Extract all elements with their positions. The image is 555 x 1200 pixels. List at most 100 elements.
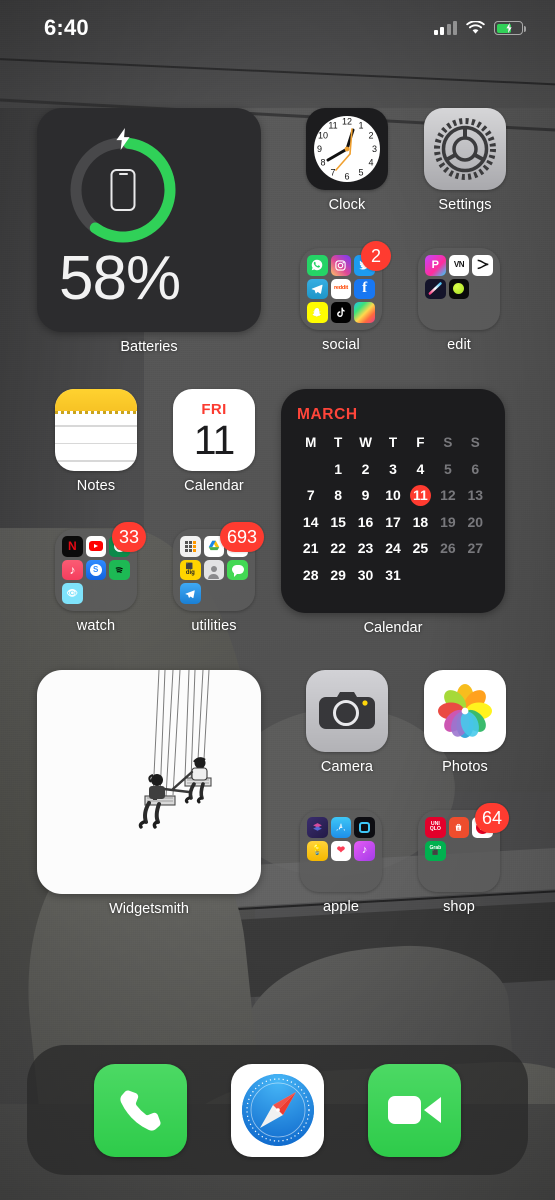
- calendar-icon-day: 11: [193, 416, 236, 463]
- widget-label-widgetsmith: Widgetsmith: [109, 901, 189, 917]
- calendar-day-30: 30: [357, 566, 374, 583]
- calendar-day-14: 14: [302, 513, 319, 530]
- mini-icon-uniqlo: UNI QLO: [425, 817, 446, 838]
- calendar-day-9: 9: [361, 487, 370, 503]
- folder-social[interactable]: 2 reddit f social: [282, 241, 400, 353]
- widgetsmith-widget-body[interactable]: [37, 670, 261, 894]
- folder-apple[interactable]: 💡 ❤ ♪ apple: [282, 810, 400, 915]
- mini-icon-whatsapp: [307, 255, 328, 276]
- home-row-2: 2 reddit f social P VN edit: [282, 241, 518, 353]
- safari-compass-icon[interactable]: [231, 1063, 324, 1157]
- home-row-4: 33 N ♪ S 👁 watch 693 ⬛ dig utilities: [37, 522, 273, 634]
- home-row-6: 💡 ❤ ♪ apple 64 UNI QLO S Grab ⬛ shop: [282, 803, 518, 915]
- calendar-date-icon[interactable]: FRI 11: [173, 389, 255, 471]
- iphone-icon: [110, 169, 136, 211]
- mini-icon-picsart: P: [425, 255, 446, 276]
- calendar-day-28: 28: [302, 566, 319, 583]
- mini-icon-capcut: [472, 255, 493, 276]
- calendar-day-6: 6: [471, 460, 480, 477]
- app-label-calendar: Calendar: [184, 478, 244, 494]
- svg-text:5: 5: [358, 168, 363, 178]
- mini-icon-facebook: f: [354, 278, 375, 300]
- app-label-photos: Photos: [442, 759, 488, 775]
- calendar-widget-body[interactable]: MARCH MTWTFSS 1 2 3 4 5 6 7 8 9 10 11 12 13 14 15 16 17 1…: [281, 389, 505, 613]
- mini-icon-shortcuts: [307, 817, 328, 838]
- mini-icon-spotify: [109, 559, 130, 581]
- camera-icon[interactable]: [306, 670, 388, 752]
- mini-icon-calculator: [180, 536, 201, 557]
- calendar-day-7: 7: [306, 487, 315, 503]
- mini-icon-youtube: [85, 536, 107, 557]
- calendar-dow-2: W: [359, 435, 372, 450]
- app-label-clock: Clock: [328, 197, 366, 213]
- svg-text:3: 3: [372, 144, 377, 154]
- calendar-day-1: 1: [334, 460, 343, 477]
- calendar-day-5: 5: [443, 460, 452, 477]
- folder-shop[interactable]: 64 UNIQLO S P Grab⬛: [400, 803, 518, 915]
- mini-icon-tips: 💡: [307, 840, 328, 862]
- calendar-dow-1: T: [334, 435, 343, 450]
- calendar-day-3: 3: [389, 460, 397, 477]
- calendar-day-23: 23: [357, 540, 374, 556]
- folder-edit[interactable]: P VN edit: [400, 248, 518, 353]
- mini-icon-clips: [354, 817, 375, 838]
- notepad-icon[interactable]: [55, 389, 137, 471]
- mini-icon-vn: VN: [448, 255, 470, 276]
- svg-text:10: 10: [318, 131, 328, 141]
- batteries-widget-body[interactable]: 58%: [37, 108, 261, 332]
- photos-pinwheel-icon[interactable]: [424, 670, 506, 752]
- mini-icon-lightroom: [425, 278, 446, 300]
- mini-icon-itunes-store: ♪: [354, 840, 375, 862]
- app-label-notes: Notes: [76, 478, 116, 494]
- calendar-day-4: 4: [416, 460, 425, 477]
- svg-text:S: S: [458, 827, 460, 831]
- folder-utilities[interactable]: 693 ⬛ dig utilities: [155, 522, 273, 634]
- mini-icon-shopee: S: [448, 817, 470, 838]
- calendar-day-2: 2: [361, 460, 370, 477]
- mini-icon-grab: Grab ⬛: [425, 840, 446, 862]
- widget-calendar[interactable]: MARCH MTWTFSS 1 2 3 4 5 6 7 8 9 10 11 12 13 14 15 16 17 1…: [281, 389, 505, 636]
- folder-label-shop: shop: [443, 899, 475, 915]
- widget-batteries[interactable]: 58% Batteries: [37, 108, 261, 355]
- svg-text:11: 11: [328, 121, 337, 131]
- mini-icon-contacts: [203, 559, 225, 581]
- svg-text:6: 6: [344, 172, 349, 182]
- mini-icon-messages: [227, 559, 248, 581]
- calendar-day-31: 31: [385, 566, 401, 583]
- calendar-day-19: 19: [440, 513, 456, 530]
- mini-icon-health: ❤: [330, 840, 352, 862]
- calendar-dow-5: S: [443, 435, 453, 450]
- video-camera-icon[interactable]: [368, 1063, 461, 1157]
- clock-face-icon[interactable]: 12 1 23 45 67 89 10 11: [306, 108, 388, 190]
- mini-icon-scanner: ⬛ dig: [180, 559, 201, 581]
- gear-icon[interactable]: [424, 108, 506, 190]
- folder-watch[interactable]: 33 N ♪ S 👁 watch: [37, 522, 155, 634]
- status-bar-indicators: [433, 21, 526, 35]
- dock: [27, 1045, 528, 1175]
- widget-label-batteries: Batteries: [120, 339, 178, 355]
- calendar-day-21: 21: [302, 540, 319, 556]
- cellular-bars-icon: [433, 21, 457, 35]
- svg-text:7: 7: [330, 168, 335, 178]
- folder-edit-grid[interactable]: P VN: [418, 248, 500, 330]
- battery-percent-text: 58%: [59, 244, 181, 313]
- app-label-settings: Settings: [438, 197, 492, 213]
- calendar-day-22: 22: [330, 540, 346, 556]
- widget-widgetsmith[interactable]: Widgetsmith: [37, 670, 261, 917]
- folder-apple-grid[interactable]: 💡 ❤ ♪: [300, 810, 382, 892]
- svg-text:1: 1: [358, 121, 363, 131]
- status-bar: 6:40: [0, 0, 555, 56]
- calendar-widget-month: MARCH: [297, 406, 358, 423]
- phone-handset-icon[interactable]: [94, 1063, 187, 1157]
- battery-ring: [63, 128, 183, 250]
- calendar-icon-weekday: FRI: [201, 400, 227, 418]
- calendar-day-8: 8: [334, 487, 343, 503]
- two-people-on-swings-line-art: [138, 670, 212, 829]
- status-bar-time: 6:40: [44, 15, 89, 40]
- calendar-widget-grid: MTWTFSS 1 2 3 4 5 6 7 8 9 10 11 12 13 14 15 16 17 18 19 20 2…: [297, 433, 489, 585]
- app-label-camera: Camera: [320, 759, 374, 775]
- home-screen: 58% Batteries 12 1 23 45 67 8 9 10 11 Cl…: [0, 0, 555, 1200]
- folder-label-social: social: [322, 337, 360, 353]
- mini-icon-app-store: [330, 817, 352, 838]
- mini-icon-telegram: [307, 278, 328, 300]
